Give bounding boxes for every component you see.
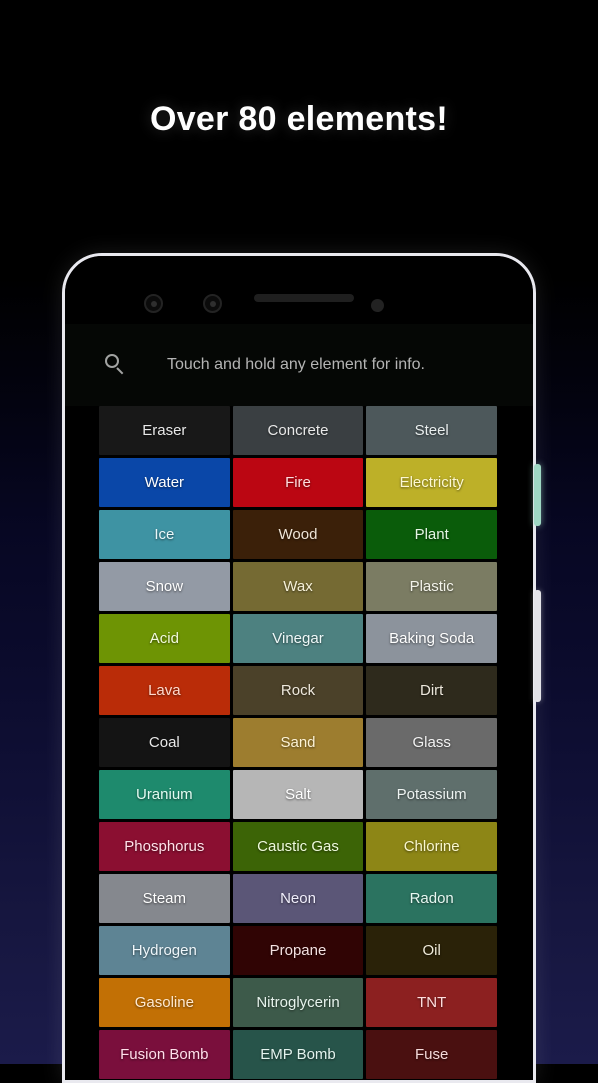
front-camera-icon: [144, 294, 163, 313]
element-grid: Eraser Concrete Steel Water Fire Electricity I…: [99, 406, 497, 1079]
element-tile[interactable]: Phosphorus: [99, 822, 230, 871]
element-tile[interactable]: Chlorine: [366, 822, 497, 871]
front-camera-secondary-icon: [203, 294, 222, 313]
volume-button[interactable]: [534, 464, 541, 526]
element-tile[interactable]: Salt: [232, 770, 364, 819]
element-tile[interactable]: Coal: [99, 718, 230, 767]
element-tile[interactable]: Snow: [99, 562, 230, 611]
element-tile[interactable]: Hydrogen: [99, 926, 230, 975]
earpiece-speaker: [254, 294, 354, 302]
element-tile[interactable]: Steam: [99, 874, 230, 923]
element-tile[interactable]: Neon: [232, 874, 364, 923]
element-tile[interactable]: Vinegar: [232, 614, 364, 663]
element-tile[interactable]: Gasoline: [99, 978, 230, 1027]
element-tile[interactable]: Concrete: [232, 406, 364, 455]
element-tile[interactable]: Nitroglycerin: [232, 978, 364, 1027]
element-tile[interactable]: Acid: [99, 614, 230, 663]
power-button[interactable]: [534, 590, 541, 702]
element-tile[interactable]: Lava: [99, 666, 230, 715]
element-tile[interactable]: Fuse: [366, 1030, 497, 1079]
element-tile[interactable]: Caustic Gas: [232, 822, 364, 871]
element-tile[interactable]: Uranium: [99, 770, 230, 819]
proximity-sensor-icon: [371, 299, 384, 312]
element-tile[interactable]: Dirt: [366, 666, 497, 715]
search-input[interactable]: Touch and hold any element for info.: [167, 356, 425, 374]
element-tile[interactable]: Fusion Bomb: [99, 1030, 230, 1079]
element-tile[interactable]: Electricity: [366, 458, 497, 507]
element-tile[interactable]: Sand: [232, 718, 364, 767]
element-tile[interactable]: Wood: [232, 510, 364, 559]
element-tile[interactable]: Baking Soda: [366, 614, 497, 663]
element-tile[interactable]: Rock: [232, 666, 364, 715]
element-tile[interactable]: Plastic: [366, 562, 497, 611]
element-tile[interactable]: TNT: [366, 978, 497, 1027]
element-tile[interactable]: Potassium: [366, 770, 497, 819]
element-tile[interactable]: Wax: [232, 562, 364, 611]
phone-screen: Touch and hold any element for info. Era…: [65, 256, 533, 1080]
element-tile[interactable]: Eraser: [99, 406, 230, 455]
element-tile[interactable]: EMP Bomb: [232, 1030, 364, 1079]
element-tile[interactable]: Radon: [366, 874, 497, 923]
search-bar[interactable]: Touch and hold any element for info.: [65, 324, 533, 406]
element-tile[interactable]: Glass: [366, 718, 497, 767]
element-tile[interactable]: Steel: [366, 406, 497, 455]
element-tile[interactable]: Fire: [232, 458, 364, 507]
element-tile[interactable]: Water: [99, 458, 230, 507]
element-tile[interactable]: Plant: [366, 510, 497, 559]
phone-mockup: Touch and hold any element for info. Era…: [62, 253, 536, 1083]
page-title: Over 80 elements!: [149, 100, 449, 138]
element-tile[interactable]: Oil: [366, 926, 497, 975]
element-tile[interactable]: Ice: [99, 510, 230, 559]
phone-top-bar: [65, 256, 533, 324]
search-icon[interactable]: [105, 354, 127, 376]
element-tile[interactable]: Propane: [232, 926, 364, 975]
